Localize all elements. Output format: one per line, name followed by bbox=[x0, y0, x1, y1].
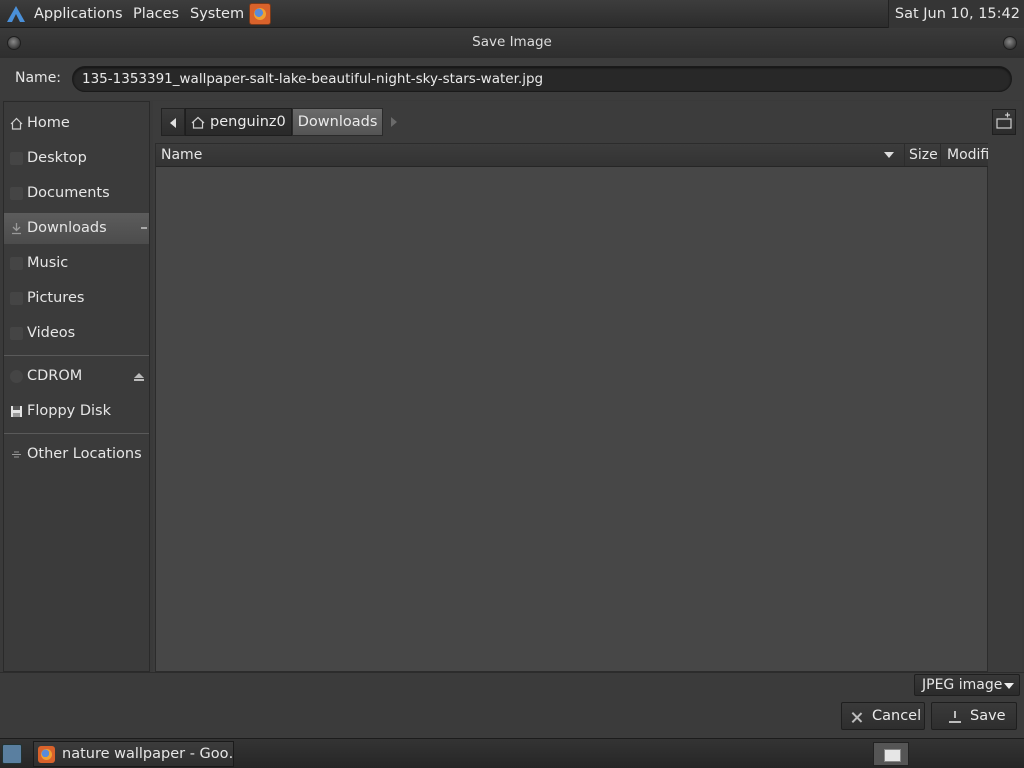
window-menu-icon[interactable] bbox=[7, 36, 21, 50]
sidebar-separator bbox=[4, 433, 149, 434]
clock[interactable]: Sat Jun 10, 15:42 bbox=[887, 0, 1024, 28]
path-segment-home[interactable]: penguinz0 bbox=[185, 108, 292, 136]
chevron-down-icon bbox=[1004, 683, 1014, 689]
top-panel: Applications Places System Sat Jun 10, 1… bbox=[0, 0, 1024, 28]
home-icon bbox=[10, 117, 23, 130]
firefox-launcher-icon[interactable] bbox=[249, 3, 271, 25]
sidebar-item-label: Documents bbox=[27, 185, 110, 201]
network-icon bbox=[12, 451, 21, 458]
menu-places[interactable]: Places bbox=[133, 0, 179, 28]
file-type-select[interactable]: JPEG image bbox=[914, 674, 1020, 696]
sidebar-item-downloads[interactable]: Downloads bbox=[4, 213, 149, 244]
column-header-size[interactable]: Size bbox=[904, 144, 940, 166]
sidebar-item-documents[interactable]: Documents bbox=[4, 178, 149, 209]
name-row: Name: bbox=[0, 58, 1024, 100]
sidebar-item-label: Music bbox=[27, 255, 69, 271]
taskbar-window-label: nature wallpaper - Goo… bbox=[62, 746, 234, 762]
eject-icon[interactable] bbox=[134, 373, 144, 381]
cancel-icon bbox=[851, 712, 862, 723]
path-scroll-right-button[interactable] bbox=[383, 108, 408, 136]
videos-icon bbox=[10, 327, 23, 340]
menu-system[interactable]: System bbox=[190, 0, 244, 28]
save-icon bbox=[949, 711, 961, 723]
sidebar-item-label: CDROM bbox=[27, 368, 83, 384]
file-list-header: Name Size Modified bbox=[156, 144, 988, 167]
path-segment-label: Downloads bbox=[297, 114, 378, 130]
name-label: Name: bbox=[15, 70, 62, 86]
sidebar-item-pictures[interactable]: Pictures bbox=[4, 283, 149, 314]
sidebar-item-videos[interactable]: Videos bbox=[4, 318, 149, 349]
documents-icon bbox=[10, 187, 23, 200]
show-desktop-icon[interactable] bbox=[2, 744, 22, 764]
sidebar-item-cdrom[interactable]: CDROM bbox=[4, 361, 149, 392]
path-segment-label: penguinz0 bbox=[210, 114, 286, 130]
workspace-switcher[interactable] bbox=[873, 742, 909, 766]
dialog-actions: JPEG image Cancel Save bbox=[0, 672, 1024, 738]
save-label: Save bbox=[970, 708, 1006, 724]
sidebar-item-label: Floppy Disk bbox=[27, 403, 111, 419]
pictures-icon bbox=[10, 292, 23, 305]
selection-marker bbox=[141, 227, 147, 229]
sidebar-item-label: Videos bbox=[27, 325, 76, 341]
sidebar-item-desktop[interactable]: Desktop bbox=[4, 143, 149, 174]
file-list[interactable]: Name Size Modified bbox=[155, 143, 988, 672]
path-scroll-left-button[interactable] bbox=[161, 108, 185, 136]
taskbar-window-button[interactable]: nature wallpaper - Goo… bbox=[33, 741, 234, 767]
sidebar-item-label: Downloads bbox=[27, 220, 107, 236]
taskbar: nature wallpaper - Goo… bbox=[0, 738, 1024, 768]
sidebar-item-home[interactable]: Home bbox=[4, 108, 149, 139]
cancel-button[interactable]: Cancel bbox=[841, 702, 925, 730]
sidebar-item-label: Home bbox=[27, 115, 70, 131]
cdrom-icon bbox=[10, 370, 23, 383]
create-folder-button[interactable] bbox=[992, 109, 1016, 135]
cancel-label: Cancel bbox=[872, 708, 922, 724]
close-window-icon[interactable] bbox=[1003, 36, 1017, 50]
sidebar-item-floppy-disk[interactable]: Floppy Disk bbox=[4, 396, 149, 427]
file-name-input[interactable] bbox=[72, 66, 1012, 92]
sidebar-item-label: Other Locations bbox=[27, 446, 142, 462]
file-type-label: JPEG image bbox=[922, 677, 1003, 693]
firefox-icon bbox=[38, 746, 55, 763]
path-bar: penguinz0 Downloads bbox=[161, 108, 408, 136]
save-button[interactable]: Save bbox=[931, 702, 1017, 730]
downloads-icon bbox=[12, 223, 21, 235]
dialog-title: Save Image bbox=[472, 34, 552, 50]
sidebar-item-other-locations[interactable]: Other Locations bbox=[4, 439, 149, 470]
column-header-name[interactable]: Name bbox=[156, 144, 904, 166]
sidebar-item-label: Pictures bbox=[27, 290, 85, 306]
home-icon bbox=[191, 116, 205, 129]
path-segment-downloads[interactable]: Downloads bbox=[291, 108, 384, 136]
applications-logo-icon[interactable] bbox=[6, 5, 26, 23]
column-label: Name bbox=[161, 147, 203, 163]
places-sidebar: Home Desktop Documents Downloads Music P… bbox=[3, 101, 150, 672]
folder-new-icon bbox=[996, 112, 1012, 129]
floppy-disk-icon bbox=[11, 406, 22, 417]
file-browser: penguinz0 Downloads Name Size Modified bbox=[153, 101, 1022, 672]
sidebar-separator bbox=[4, 355, 149, 356]
desktop-icon bbox=[10, 152, 23, 165]
column-header-modified[interactable]: Modified bbox=[940, 144, 988, 166]
music-icon bbox=[10, 257, 23, 270]
dialog-titlebar: Save Image bbox=[0, 28, 1024, 58]
sort-descending-icon bbox=[884, 152, 894, 158]
sidebar-item-label: Desktop bbox=[27, 150, 87, 166]
file-list-scrollbar[interactable] bbox=[988, 143, 1020, 672]
menu-applications[interactable]: Applications bbox=[34, 0, 123, 28]
sidebar-item-music[interactable]: Music bbox=[4, 248, 149, 279]
